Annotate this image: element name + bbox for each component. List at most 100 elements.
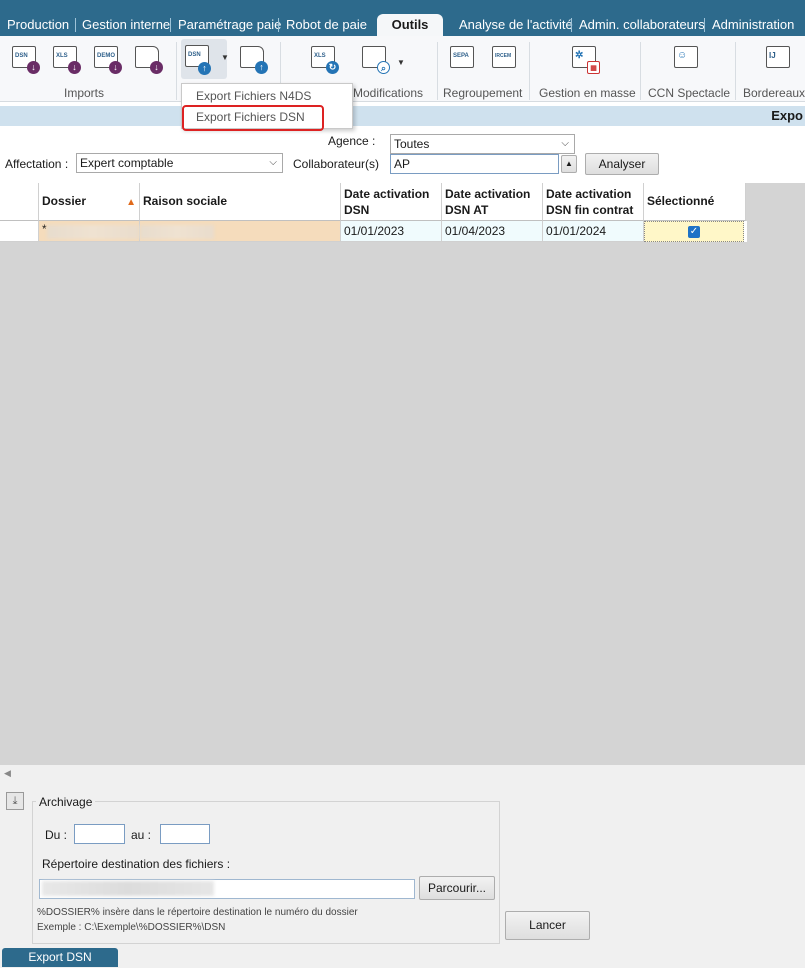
highlight-box bbox=[182, 105, 324, 131]
tab-production[interactable]: Production bbox=[7, 14, 69, 36]
column-header-date-activation-dsn-fin-contrat[interactable]: Date activation DSN fin contrat bbox=[543, 183, 644, 221]
affectation-label: Affectation : bbox=[5, 157, 69, 171]
tab-separator bbox=[75, 18, 76, 32]
du-label: Du : bbox=[45, 828, 68, 842]
sepa-button[interactable]: SEPA bbox=[448, 44, 478, 74]
tab-separator bbox=[170, 18, 171, 32]
row-selector[interactable] bbox=[0, 221, 39, 242]
scroll-left-icon[interactable]: ◀ bbox=[4, 768, 11, 779]
cell-date-activation-dsn[interactable]: 01/01/2023 bbox=[341, 221, 442, 242]
column-header-date-activation-dsn[interactable]: Date activation DSN bbox=[341, 183, 442, 221]
group-label-ccn-spectacle: CCN Spectacle bbox=[648, 86, 731, 100]
collaborateur-picker-button[interactable]: ▲ bbox=[561, 155, 577, 173]
grid-edge bbox=[744, 221, 747, 242]
sort-ascending-icon: ▲ bbox=[126, 197, 136, 208]
redacted-path bbox=[42, 881, 214, 896]
tab-analyse-activite[interactable]: Analyse de l'activité bbox=[459, 14, 573, 36]
export-dropdown-menu: Export Fichiers N4DS Export Fichiers DSN bbox=[181, 83, 353, 131]
download-icon: ↓ bbox=[150, 61, 163, 74]
ribbon-separator bbox=[640, 42, 641, 100]
horizontal-scrollbar[interactable]: ◀ bbox=[0, 765, 805, 785]
group-label-bordereaux: Bordereaux bbox=[743, 86, 805, 100]
gestion-en-masse-button[interactable]: ✲ ▦ bbox=[570, 44, 600, 74]
upload-icon: ↑ bbox=[198, 62, 211, 75]
redacted-dossier bbox=[47, 225, 139, 239]
column-header-selectionne[interactable]: Sélectionné bbox=[644, 183, 746, 221]
group-label-imports: Imports bbox=[64, 86, 105, 100]
results-grid bbox=[0, 183, 805, 765]
upload-icon: ↑ bbox=[255, 61, 268, 74]
cell-date-activation-dsn-fin-contrat[interactable]: 01/01/2024 bbox=[543, 221, 644, 242]
selected-checkbox[interactable]: ✓ bbox=[688, 226, 700, 238]
ribbon-toolbar: DSN ↓ XLS ↓ DEMO ↓ ↓ Imports DSN ↑ ▼ ↑ X… bbox=[0, 36, 805, 102]
export-folder-button[interactable]: ↑ bbox=[238, 44, 268, 74]
au-date-input[interactable] bbox=[160, 824, 210, 844]
au-label: au : bbox=[131, 828, 152, 842]
import-folder-button[interactable]: ↓ bbox=[133, 44, 163, 74]
column-header-dossier[interactable]: Dossier ▲ bbox=[39, 183, 140, 221]
theater-mask-icon: ☺ bbox=[674, 46, 698, 68]
tab-outils[interactable]: Outils bbox=[377, 14, 443, 36]
analyser-button[interactable]: Analyser bbox=[585, 153, 659, 175]
du-date-input[interactable] bbox=[74, 824, 125, 844]
import-dsn-button[interactable]: DSN ↓ bbox=[10, 44, 40, 74]
refresh-icon: ↻ bbox=[326, 61, 339, 74]
magnifier-icon: ⌕ bbox=[377, 61, 390, 74]
ircem-button[interactable]: IRCEM bbox=[490, 44, 520, 74]
tab-gestion-interne[interactable]: Gestion interne bbox=[82, 14, 170, 36]
download-icon: ↓ bbox=[27, 61, 40, 74]
lancer-button[interactable]: Lancer bbox=[505, 911, 590, 940]
chevron-down-icon: ▼ bbox=[221, 53, 229, 62]
affectation-select[interactable]: Expert comptable ⌵ bbox=[76, 153, 283, 173]
tab-robot-de-paie[interactable]: Robot de paie bbox=[286, 14, 367, 36]
cell-selectionne[interactable]: ✓ bbox=[644, 221, 744, 242]
repertoire-label: Répertoire destination des fichiers : bbox=[42, 857, 231, 871]
menu-item-export-n4ds[interactable]: Export Fichiers N4DS bbox=[196, 89, 311, 103]
chevron-down-icon: ⌵ bbox=[561, 138, 569, 149]
modif-xls-button[interactable]: XLS ↻ bbox=[309, 44, 339, 74]
group-label-gestion-en-masse: Gestion en masse bbox=[539, 86, 636, 100]
column-header-date-activation-dsn-at[interactable]: Date activation DSN AT bbox=[442, 183, 543, 221]
ribbon-separator bbox=[735, 42, 736, 100]
parcourir-button[interactable]: Parcourir... bbox=[419, 876, 495, 900]
download-icon: ↓ bbox=[109, 61, 122, 74]
tab-separator bbox=[278, 18, 279, 32]
collaborateur-input[interactable]: AP bbox=[390, 154, 559, 174]
ij-file-icon: IJ bbox=[766, 46, 790, 68]
import-xls-button[interactable]: XLS ↓ bbox=[51, 44, 81, 74]
collaborateur-label: Collaborateur(s) bbox=[293, 157, 380, 171]
bordereaux-button[interactable]: IJ bbox=[764, 44, 794, 74]
export-dsn-tab[interactable]: Export DSN bbox=[2, 948, 118, 967]
download-icon: ↓ bbox=[68, 61, 81, 74]
page-title: Expo bbox=[771, 108, 803, 123]
modif-search-button[interactable]: ⌕ bbox=[360, 44, 390, 74]
grid-row-header bbox=[0, 183, 39, 221]
export-dsn-dropdown-button[interactable]: DSN ↑ ▼ bbox=[181, 39, 229, 79]
agence-label: Agence : bbox=[328, 134, 376, 148]
redacted-raison-sociale bbox=[140, 225, 214, 239]
tab-administration[interactable]: Administration bbox=[712, 14, 794, 36]
tab-parametrage-paie[interactable]: Paramétrage paie bbox=[178, 14, 281, 36]
ccn-spectacle-button[interactable]: ☺ bbox=[672, 44, 702, 74]
caret-up-icon: ▲ bbox=[565, 159, 573, 168]
import-demo-button[interactable]: DEMO ↓ bbox=[92, 44, 122, 74]
group-label-regroupement: Regroupement bbox=[443, 86, 523, 100]
ribbon-separator bbox=[529, 42, 530, 100]
chevron-down-icon[interactable]: ▼ bbox=[397, 58, 405, 67]
ribbon-separator bbox=[437, 42, 438, 100]
ribbon-separator bbox=[176, 42, 177, 100]
cell-date-activation-dsn-at[interactable]: 01/04/2023 bbox=[442, 221, 543, 242]
calendar-badge-icon: ▦ bbox=[587, 61, 600, 74]
column-header-raison-sociale[interactable]: Raison sociale bbox=[140, 183, 341, 221]
tab-separator bbox=[704, 18, 705, 32]
archivage-legend: Archivage bbox=[36, 795, 96, 809]
tab-admin-collaborateurs[interactable]: Admin. collaborateurs bbox=[579, 14, 705, 36]
tab-separator bbox=[571, 18, 572, 32]
sepa-file-icon: SEPA bbox=[450, 46, 474, 68]
agence-select[interactable]: Toutes ⌵ bbox=[390, 134, 575, 154]
chevron-down-icon: ⌵ bbox=[269, 157, 277, 168]
dossier-note: %DOSSIER% insère dans le répertoire dest… bbox=[37, 907, 358, 918]
export-icon[interactable]: ⤓ bbox=[6, 792, 24, 810]
example-note: Exemple : C:\Exemple\%DOSSIER%\DSN bbox=[37, 922, 226, 933]
main-tab-bar: Production Gestion interne Paramétrage p… bbox=[0, 0, 805, 36]
